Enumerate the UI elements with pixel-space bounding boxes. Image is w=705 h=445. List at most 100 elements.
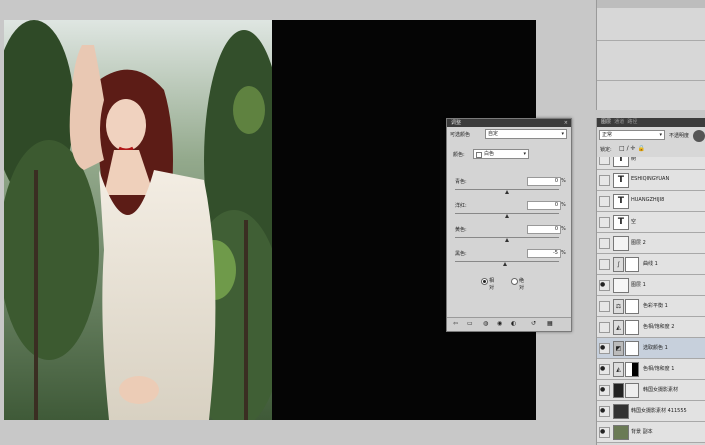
black-input[interactable]: -5 (527, 249, 561, 258)
preset-select[interactable]: 自定 ▾ (485, 129, 567, 139)
white-swatch-icon (476, 152, 482, 158)
blend-mode-select[interactable]: 正常 ▾ (599, 130, 665, 140)
yellow-unit: % (561, 226, 566, 232)
magenta-input[interactable]: 0 (527, 201, 561, 210)
cyan-label: 青色: (455, 179, 467, 185)
layer-row[interactable]: ● 图层 1 (597, 275, 705, 296)
cyan-unit: % (561, 178, 566, 184)
photo-image (4, 20, 272, 420)
layer-mask-thumbnail (625, 257, 639, 272)
layer-name: 色相/饱和度 1 (643, 366, 675, 372)
relative-radio[interactable] (481, 278, 488, 285)
layer-name: 图层 2 (631, 240, 646, 246)
adjustments-tab[interactable]: 调整 (451, 120, 461, 126)
layer-name: 韩国女摄影素材 411555 (631, 408, 687, 414)
visibility-toggle[interactable]: ● (599, 385, 610, 396)
colors-row: 颜色: 白色 ▾ (447, 147, 571, 165)
layer-row[interactable]: ● 韩国女摄影素材 411555 (597, 401, 705, 422)
visibility-toggle[interactable] (599, 196, 610, 207)
layers-panel: 图层 通道 路径 正常 ▾ 不透明度 锁定: □ ∕ ✛ 🔒 T 树 T ESH… (596, 118, 705, 445)
visibility-toggle[interactable]: ● (599, 406, 610, 417)
colors-label: 颜色: (453, 152, 465, 158)
layer-row[interactable]: ● ◭ 色相/饱和度 1 (597, 359, 705, 380)
layer-row[interactable]: T 空 (597, 212, 705, 233)
black-label: 黑色: (455, 251, 467, 257)
blend-row: 正常 ▾ 不透明度 (597, 128, 705, 142)
layer-name: 色相/饱和度 2 (643, 324, 675, 330)
yellow-label: 黄色: (455, 227, 467, 233)
colors-select[interactable]: 白色 ▾ (473, 149, 529, 159)
visibility-toggle[interactable] (599, 175, 610, 186)
text-layer-icon: T (613, 173, 629, 188)
layer-name: 树 (631, 157, 637, 162)
layer-row-selected[interactable]: ● ◩ 选取颜色 1 (597, 338, 705, 359)
black-slider-track[interactable] (455, 261, 559, 262)
lock-icons[interactable]: □ ∕ ✛ 🔒 (619, 145, 645, 152)
yellow-input[interactable]: 0 (527, 225, 561, 234)
visibility-toggle[interactable]: ● (599, 427, 610, 438)
visibility-toggle[interactable] (599, 322, 610, 333)
absolute-label: 绝对 (519, 278, 525, 291)
visibility-toggle[interactable] (599, 238, 610, 249)
preset-row: 可选颜色 自定 ▾ (447, 127, 571, 141)
adjustments-panel: 调整 × 可选颜色 自定 ▾ 颜色: 白色 ▾ 青色: 0 % 洋红: 0 % … (446, 118, 572, 332)
visibility-toggle[interactable] (599, 157, 610, 165)
visibility-toggle[interactable] (599, 217, 610, 228)
cyan-slider-knob[interactable] (505, 190, 509, 194)
reset-icon[interactable]: ↺ (531, 320, 536, 327)
visibility-toggle[interactable]: ● (599, 343, 610, 354)
lock-label: 锁定: (600, 147, 612, 153)
cursor-indicator-icon (693, 130, 705, 142)
layer-row[interactable]: ● 背景 副本 (597, 422, 705, 443)
text-layer-icon: T (613, 215, 629, 230)
layer-row[interactable]: T 树 (597, 157, 705, 170)
layer-row[interactable]: ◭ 色相/饱和度 2 (597, 317, 705, 338)
chevron-down-icon: ▾ (659, 132, 662, 138)
layer-name: 背景 副本 (631, 429, 653, 435)
layer-mask-thumbnail (625, 299, 639, 314)
text-layer-icon: T (613, 194, 629, 209)
clip-icon[interactable]: ◍ (483, 320, 488, 327)
layer-row[interactable]: T ESHIQINGYUAN (597, 170, 705, 191)
layer-name: 选取颜色 1 (643, 345, 668, 351)
layer-mask-thumbnail (625, 383, 639, 398)
layer-row[interactable]: ⚖ 色彩平衡 1 (597, 296, 705, 317)
visibility-toggle[interactable] (599, 259, 610, 270)
layer-row[interactable]: T HUANGZHIJI8 (597, 191, 705, 212)
blend-mode-value: 正常 (602, 132, 613, 138)
black-slider-knob[interactable] (503, 262, 507, 266)
absolute-radio[interactable] (511, 278, 518, 285)
layers-list: T 树 T ESHIQINGYUAN T HUANGZHIJI8 T 空 图层 … (597, 157, 705, 445)
visibility-toggle[interactable] (599, 301, 610, 312)
selective-color-icon: ◩ (613, 341, 624, 356)
layer-row[interactable]: ∫ 曲线 1 (597, 254, 705, 275)
magenta-slider-knob[interactable] (505, 214, 509, 218)
preset-value: 自定 (488, 131, 499, 137)
back-arrow-icon[interactable]: ⇦ (453, 320, 458, 327)
black-unit: % (561, 250, 566, 256)
layer-row[interactable]: 图层 2 (597, 233, 705, 254)
visibility-toggle[interactable]: ● (599, 280, 610, 291)
magenta-unit: % (561, 202, 566, 208)
layer-mask-thumbnail (625, 362, 639, 377)
lock-row: 锁定: □ ∕ ✛ 🔒 (597, 143, 705, 155)
tab-layers[interactable]: 图层 (601, 119, 611, 125)
adjustments-footer: ⇦ ▭ ◍ ◉ ◐ ↺ ▦ (447, 317, 571, 331)
text-layer-icon: T (613, 157, 629, 167)
colors-value: 白色 (484, 151, 495, 157)
document-photo[interactable] (4, 20, 272, 420)
tab-channels[interactable]: 通道 (614, 119, 624, 125)
layer-row[interactable]: ● 韩国女摄影素材 (597, 380, 705, 401)
panel-close-icon[interactable]: × (564, 119, 568, 127)
layer-name: 空 (631, 219, 637, 225)
trash-icon[interactable]: ▦ (547, 320, 553, 327)
layer-mask-thumbnail (625, 320, 639, 335)
right-dock-top (596, 0, 705, 110)
cyan-input[interactable]: 0 (527, 177, 561, 186)
yellow-slider-knob[interactable] (505, 238, 509, 242)
expand-icon[interactable]: ▭ (467, 320, 473, 327)
previous-state-icon[interactable]: ◐ (511, 320, 516, 327)
visibility-icon[interactable]: ◉ (497, 320, 502, 327)
tab-paths[interactable]: 路径 (627, 119, 637, 125)
visibility-toggle[interactable]: ● (599, 364, 610, 375)
